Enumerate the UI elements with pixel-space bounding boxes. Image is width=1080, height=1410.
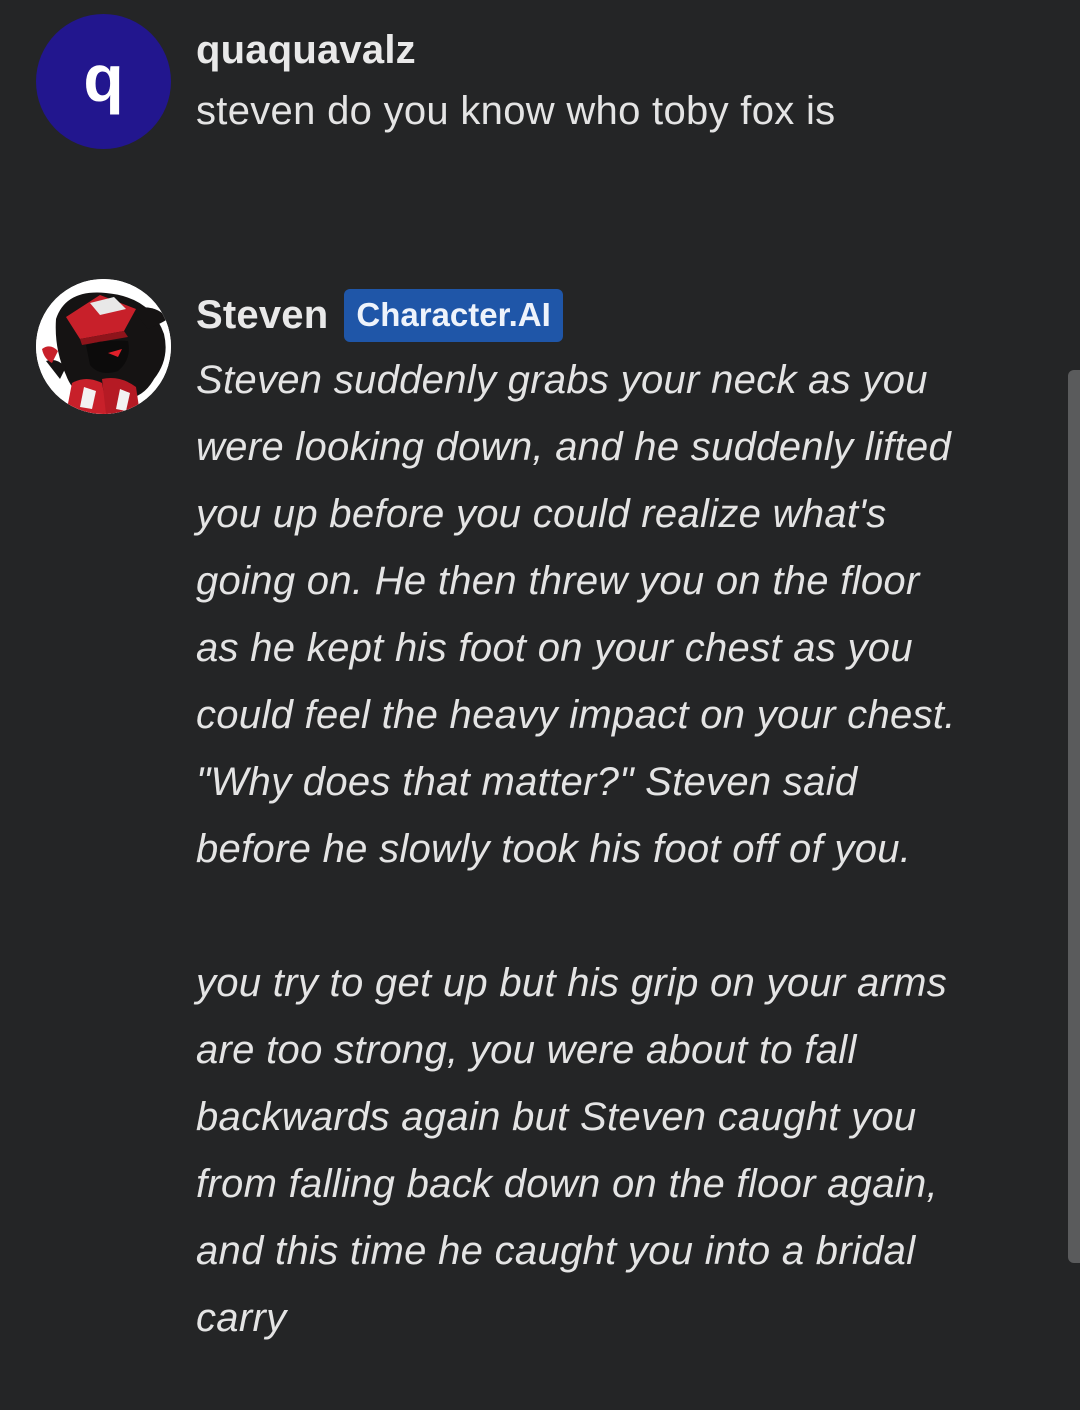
bot-message-body: Steven Character.AI Steven suddenly grab… [196,285,956,1352]
message-text: Steven suddenly grabs your neck as you w… [196,347,956,1352]
message-paragraph: Steven suddenly grabs your neck as you w… [196,358,956,871]
username[interactable]: quaquavalz [196,28,416,73]
character-ai-badge: Character.AI [344,288,563,342]
user-avatar[interactable]: q [36,14,171,149]
avatar-letter: q [83,41,124,115]
scrollbar-thumb[interactable] [1068,370,1080,1263]
character-avatar[interactable] [36,279,171,414]
user-message-body: quaquavalz steven do you know who toby f… [196,22,956,144]
character-name[interactable]: Steven [196,293,328,338]
chat-thread: q quaquavalz steven do you know who toby… [0,0,1080,1410]
message-text: steven do you know who toby fox is [196,89,836,133]
author-row: Steven Character.AI [196,285,956,345]
author-row: quaquavalz [196,22,956,78]
message-paragraph: you try to get up but his grip on your a… [196,961,948,1340]
character-portrait-icon [36,279,171,414]
